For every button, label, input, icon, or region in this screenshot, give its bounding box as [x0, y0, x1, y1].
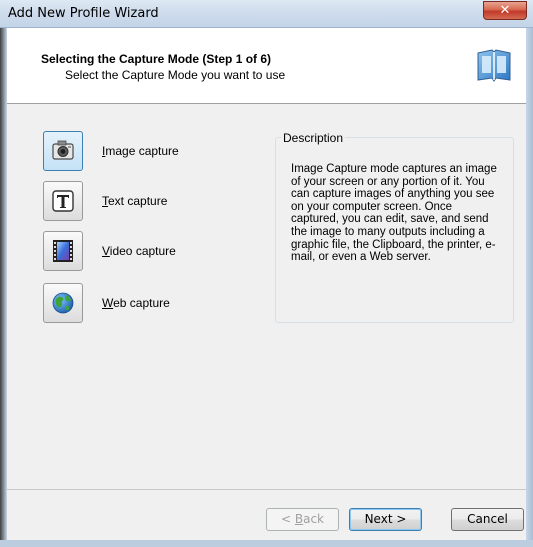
close-icon: ✕ — [499, 2, 511, 17]
video-capture-label: Video capture — [102, 244, 176, 258]
title-bar[interactable]: Add New Profile Wizard ✕ — [0, 0, 533, 28]
mode-video-capture[interactable]: Video capture — [43, 231, 253, 271]
wizard-window: Add New Profile Wizard ✕ Selecting the C… — [0, 0, 533, 547]
web-capture-button[interactable] — [43, 283, 83, 323]
step-subtitle: Select the Capture Mode you want to use — [65, 68, 286, 82]
footer-separator — [7, 489, 526, 490]
close-button[interactable]: ✕ — [483, 1, 527, 20]
window-title: Add New Profile Wizard — [8, 6, 159, 21]
camera-icon — [52, 140, 74, 160]
video-capture-button[interactable] — [43, 231, 83, 271]
mode-image-capture[interactable]: Image capture — [43, 131, 253, 171]
mode-text-capture[interactable]: Text capture — [43, 181, 253, 221]
cancel-button[interactable]: Cancel — [451, 508, 524, 531]
image-capture-button[interactable] — [43, 131, 83, 171]
mode-web-capture[interactable]: Web capture — [43, 283, 253, 323]
wizard-client-area: Selecting the Capture Mode (Step 1 of 6)… — [7, 28, 526, 540]
window-right-border — [526, 28, 533, 547]
back-button[interactable]: < Back — [266, 508, 339, 531]
globe-icon — [52, 292, 74, 314]
description-legend: Description — [281, 131, 346, 145]
film-strip-icon — [53, 240, 73, 262]
wizard-book-icon — [477, 49, 511, 82]
window-left-border — [0, 28, 7, 547]
text-capture-label: Text capture — [102, 194, 168, 208]
window-bottom-border — [0, 540, 533, 547]
text-capture-button[interactable] — [43, 181, 83, 221]
web-capture-label: Web capture — [102, 296, 170, 310]
wizard-header: Selecting the Capture Mode (Step 1 of 6)… — [7, 28, 526, 104]
image-capture-label: Image capture — [102, 144, 179, 158]
text-t-icon — [52, 190, 74, 212]
description-text: Image Capture mode captures an image of … — [291, 163, 497, 264]
next-button[interactable]: Next > — [349, 508, 422, 531]
step-title: Selecting the Capture Mode (Step 1 of 6) — [41, 52, 272, 66]
